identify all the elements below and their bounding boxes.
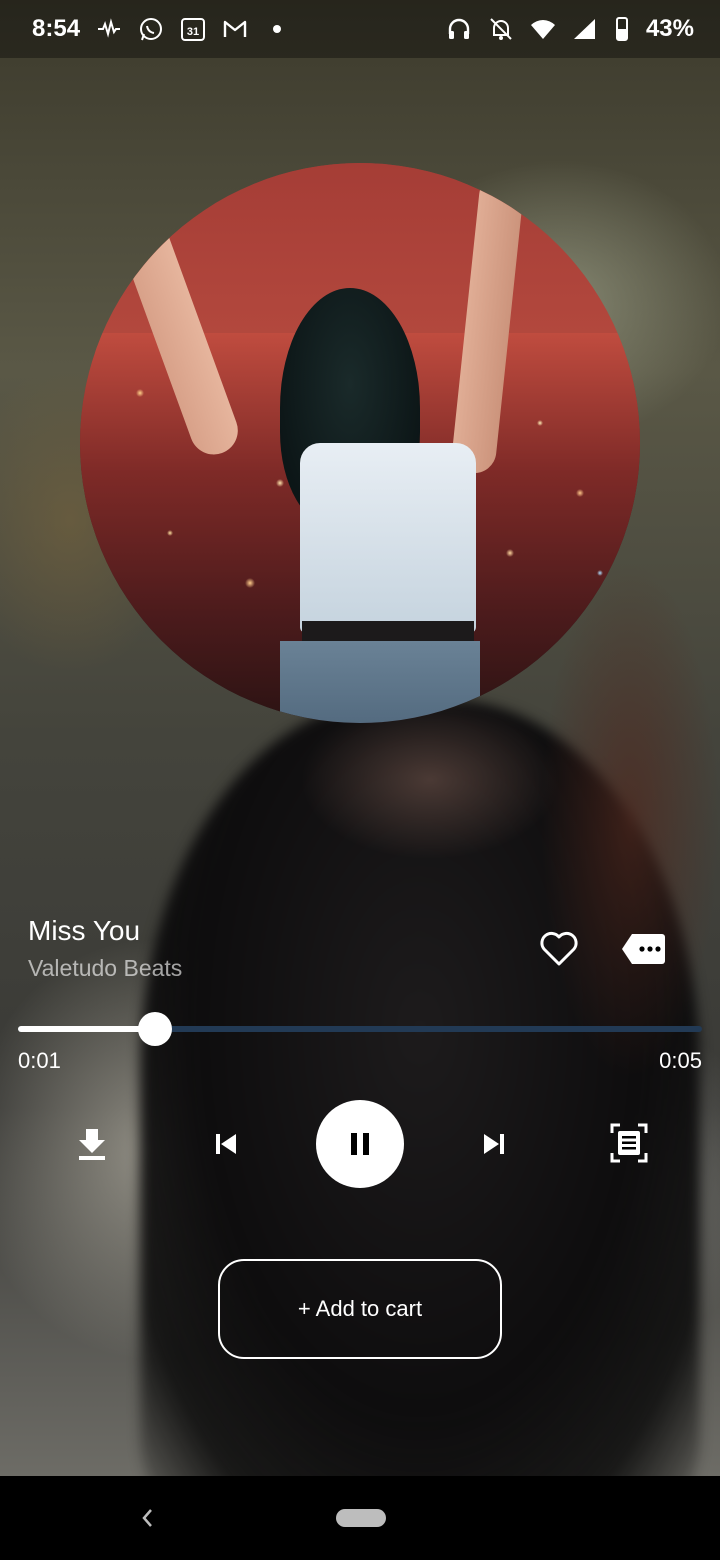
gmail-icon [222, 16, 248, 42]
svg-text:31: 31 [187, 26, 199, 38]
download-icon [79, 1129, 105, 1160]
back-chevron-icon [142, 1509, 152, 1527]
lyrics-button[interactable] [606, 1120, 652, 1166]
status-right: 43% [446, 15, 694, 43]
headphones-icon [446, 16, 472, 42]
wifi-icon [530, 16, 556, 42]
status-left: 8:54 31 [32, 15, 290, 43]
signal-icon [572, 16, 598, 42]
album-art-top [300, 443, 476, 633]
bell-off-icon [488, 16, 514, 42]
comment-icon [622, 934, 665, 964]
skip-previous-icon [216, 1134, 236, 1154]
track-artist[interactable]: Valetudo Beats [28, 955, 182, 982]
back-button[interactable] [132, 1500, 162, 1536]
seek-bar-fill [18, 1026, 155, 1032]
total-duration: 0:05 [659, 1048, 702, 1073]
lyrics-icon [610, 1123, 648, 1163]
track-title: Miss You [28, 915, 141, 946]
whatsapp-icon [138, 16, 164, 42]
previous-button[interactable] [204, 1122, 248, 1166]
play-pause-button[interactable] [316, 1100, 404, 1188]
seek-bar-thumb[interactable] [138, 1012, 172, 1046]
calendar-icon: 31 [180, 16, 206, 42]
like-button[interactable] [536, 926, 582, 972]
album-art-jeans [280, 641, 480, 723]
heart-outline-icon [540, 931, 578, 966]
album-art [80, 163, 640, 723]
dot-icon [264, 16, 290, 42]
home-pill-icon[interactable] [336, 1509, 386, 1527]
background-face [300, 700, 560, 860]
status-bar: 8:54 31 43% [0, 0, 720, 58]
add-to-cart-button[interactable]: + Add to cart [218, 1259, 502, 1359]
battery-icon [614, 16, 630, 42]
seek-bar[interactable] [18, 1012, 702, 1046]
status-time: 8:54 [32, 15, 81, 42]
pause-icon [351, 1133, 369, 1155]
skip-next-icon [484, 1134, 504, 1154]
navigation-bar [0, 1476, 720, 1560]
album-art-belt [302, 621, 474, 643]
download-button[interactable] [70, 1122, 114, 1166]
activity-icon [96, 16, 122, 42]
comment-button[interactable] [618, 926, 668, 972]
next-button[interactable] [472, 1122, 516, 1166]
battery-percent: 43% [645, 15, 694, 42]
elapsed-time: 0:01 [18, 1048, 61, 1073]
